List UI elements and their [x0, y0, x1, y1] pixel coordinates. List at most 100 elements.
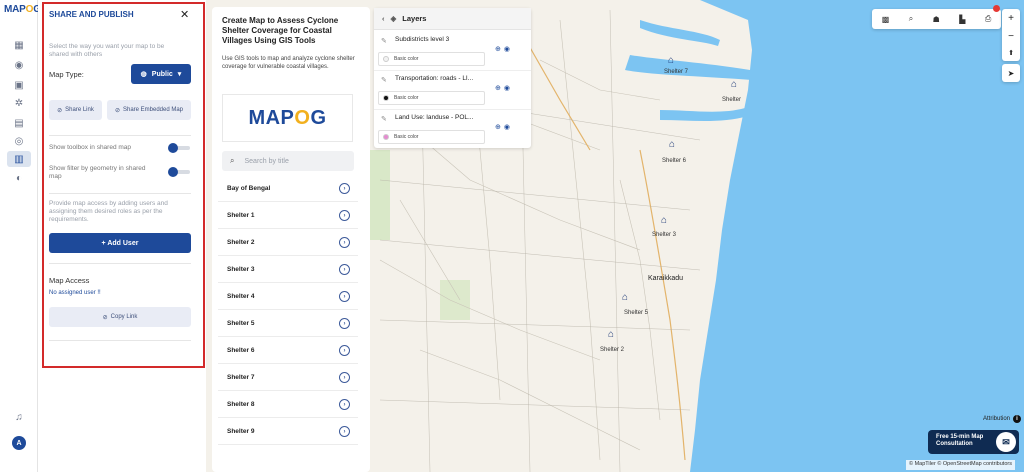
copy-link-button[interactable]: ⊘ Copy Link: [49, 307, 191, 327]
filter-toggle[interactable]: [168, 167, 190, 177]
layers-icon: ◈: [390, 14, 397, 23]
chevron-right-icon[interactable]: ›: [339, 372, 350, 383]
location-pin-icon[interactable]: ◉: [12, 58, 26, 72]
list-item[interactable]: Shelter 6 ›: [218, 338, 358, 364]
list-item-label: Shelter 6: [227, 347, 255, 354]
measure-icon[interactable]: ▙: [959, 15, 965, 24]
divider: [374, 109, 531, 110]
pin-icon[interactable]: ✎: [381, 115, 387, 123]
map-label: Shelter 3: [652, 232, 677, 238]
close-icon[interactable]: ✕: [180, 8, 189, 21]
list-item[interactable]: Bay of Bengal ›: [218, 176, 358, 202]
chevron-right-icon[interactable]: ›: [339, 426, 350, 437]
zoom-in-icon[interactable]: +: [1008, 13, 1014, 24]
chevron-right-icon[interactable]: ›: [339, 183, 350, 194]
notification-bell-icon[interactable]: ♫: [12, 410, 26, 424]
layers-header: ‹ ◈ Layers: [374, 8, 531, 30]
visibility-eye-icon[interactable]: ◉: [504, 46, 513, 53]
info-icon: i: [1013, 415, 1022, 423]
no-user-text: No assigned user !!: [49, 290, 101, 296]
settings-icon[interactable]: ✲: [12, 96, 26, 110]
map-icon[interactable]: ▦: [12, 38, 26, 52]
zoom-out-icon[interactable]: −: [1008, 31, 1014, 42]
list-item[interactable]: Shelter 9 ›: [218, 419, 358, 445]
map-type-label: Map Type:: [49, 70, 84, 79]
layer-color-picker[interactable]: Basic color: [378, 91, 485, 105]
layer-tools: ⊕◉: [495, 45, 513, 53]
list-item[interactable]: Shelter 7 ›: [218, 365, 358, 391]
basemap-icon[interactable]: ▩: [882, 15, 890, 24]
visibility-eye-icon[interactable]: ◉: [504, 85, 513, 92]
print-icon[interactable]: ⎙: [985, 14, 991, 24]
chevron-right-icon[interactable]: ›: [339, 264, 350, 275]
map-type-dropdown[interactable]: ◍ Public ▾: [131, 64, 191, 84]
share-link-button[interactable]: ⊘ Share Link: [49, 100, 102, 120]
chevron-right-icon[interactable]: ›: [339, 345, 350, 356]
shelter-marker-icon[interactable]: ⌂: [668, 56, 680, 66]
locate-user-icon[interactable]: ☗: [933, 15, 940, 24]
shelter-marker-icon[interactable]: ⌂: [669, 140, 681, 150]
chevron-right-icon[interactable]: ›: [339, 291, 350, 302]
shelter-marker-icon[interactable]: ⌂: [622, 293, 634, 303]
copy-link-label: Copy Link: [110, 314, 138, 320]
chevron-left-icon[interactable]: ‹: [382, 14, 385, 23]
zoom-to-layer-icon[interactable]: ⊕: [495, 124, 504, 131]
divider: [374, 70, 531, 71]
share-embedded-map-button[interactable]: ⊘ Share Embedded Map: [107, 100, 191, 120]
layer-color-picker[interactable]: Basic color: [378, 130, 485, 144]
attribution-toggle[interactable]: Attribution i: [983, 415, 1022, 423]
divider: [49, 263, 191, 264]
app-logo[interactable]: MAPOG: [4, 4, 41, 15]
chevron-right-icon[interactable]: ›: [339, 237, 350, 248]
access-help: Provide map access by adding users and a…: [49, 200, 168, 223]
chevron-right-icon[interactable]: ›: [339, 210, 350, 221]
compass-icon[interactable]: ⬆: [1008, 49, 1014, 57]
analysis-icon[interactable]: ▤: [12, 116, 26, 130]
list-item[interactable]: Shelter 2 ›: [218, 230, 358, 256]
avatar[interactable]: A: [12, 436, 26, 450]
map-copyright[interactable]: © MapTiler © OpenStreetMap contributors: [906, 460, 1015, 470]
zoom-to-layer-icon[interactable]: ⊕: [495, 85, 504, 92]
search-input[interactable]: ⌕ Search by title: [222, 151, 354, 171]
pin-icon[interactable]: ✎: [381, 76, 387, 84]
share-intro: Select the way you want your map to be s…: [49, 43, 165, 58]
toolbox-toggle[interactable]: [168, 143, 190, 153]
toggle-filter-label: Show filter by geometry in shared map: [49, 165, 146, 180]
file-add-icon[interactable]: ▣: [12, 78, 26, 92]
list-item[interactable]: Shelter 1 ›: [218, 203, 358, 229]
layer-tools: ⊕◉: [495, 123, 513, 131]
link-icon: ⊘: [114, 107, 120, 114]
chevron-right-icon[interactable]: ›: [339, 399, 350, 410]
add-user-button[interactable]: + Add User: [49, 233, 191, 253]
search-placeholder: Search by title: [244, 157, 289, 165]
shelter-marker-icon[interactable]: ⌂: [608, 330, 620, 340]
left-rail: MAPOG ▦ ◉ ▣ ✲ ▤ ◎ ▥ ◐ ♫ A: [0, 0, 41, 472]
chevron-right-icon[interactable]: ›: [339, 318, 350, 329]
chat-icon: ✉: [996, 432, 1016, 452]
layer-color-picker[interactable]: Basic color: [378, 52, 485, 66]
target-icon[interactable]: ◎: [12, 134, 26, 148]
share-panel-title: SHARE AND PUBLISH: [49, 10, 134, 19]
map-label: Shelter: [722, 97, 742, 103]
visibility-eye-icon[interactable]: ◉: [504, 124, 513, 131]
list-item[interactable]: Shelter 3 ›: [218, 257, 358, 283]
list-item-label: Shelter 2: [227, 239, 255, 246]
geolocate-icon[interactable]: ➤: [1002, 64, 1020, 82]
map-access-title: Map Access: [49, 276, 90, 285]
color-swatch: [383, 134, 389, 140]
search-icon[interactable]: ⌕: [909, 14, 913, 24]
users-icon[interactable]: ◐: [12, 171, 26, 185]
zoom-to-layer-icon[interactable]: ⊕: [495, 46, 504, 53]
list-item[interactable]: Shelter 8 ›: [218, 392, 358, 418]
shelter-marker-icon[interactable]: ⌂: [661, 216, 673, 226]
shelter-marker-icon[interactable]: ⌂: [731, 80, 743, 90]
list-item[interactable]: Shelter 5 ›: [218, 311, 358, 337]
map-label: Shelter 2: [600, 347, 625, 353]
list-item[interactable]: Shelter 4 ›: [218, 284, 358, 310]
layer-tools: ⊕◉: [495, 84, 513, 92]
zoom-controls: + − ⬆: [1002, 9, 1020, 61]
share-icon[interactable]: ▥: [7, 151, 31, 167]
share-embedded-label: Share Embedded Map: [122, 107, 184, 113]
pin-icon[interactable]: ✎: [381, 37, 387, 45]
consultation-button[interactable]: Free 15-min Map Consultation ✉: [928, 430, 1019, 454]
